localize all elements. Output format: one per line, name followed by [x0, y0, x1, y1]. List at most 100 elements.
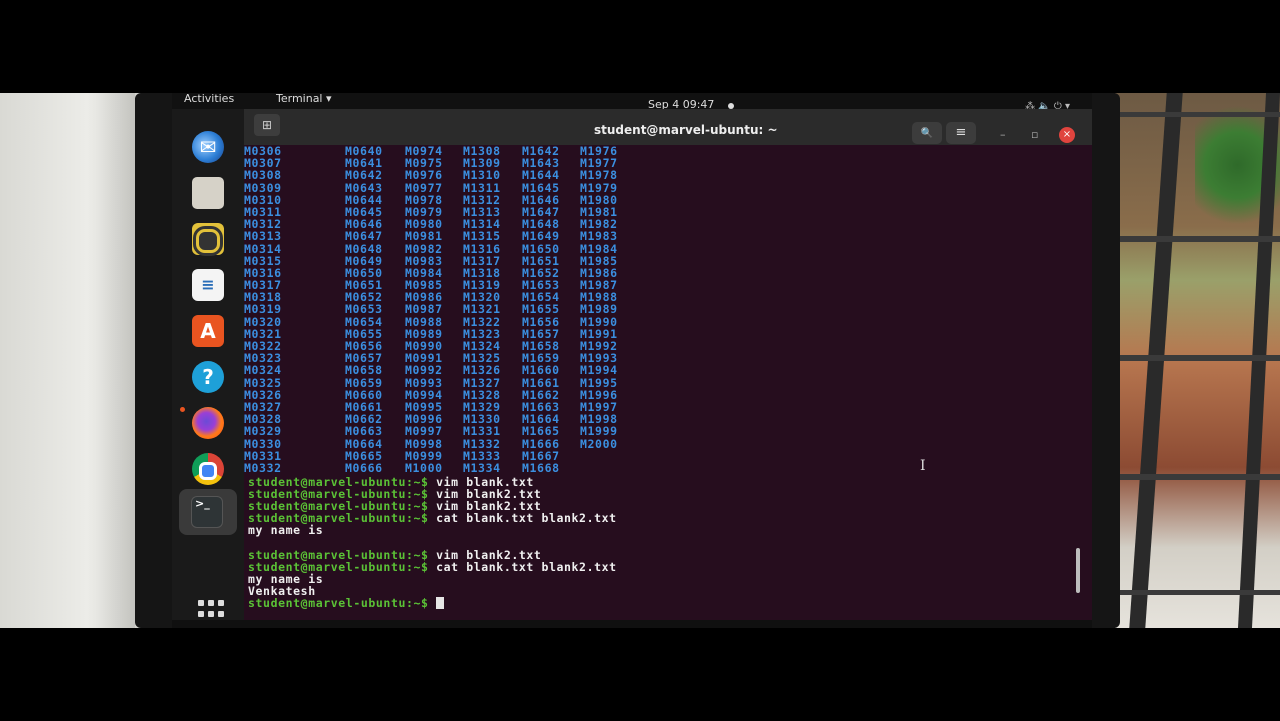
- file-entry: M1644: [522, 168, 560, 183]
- listing-column-6: M1976 M1977 M1978 M1979 M1980 M1981 M1982 M1983…: [580, 145, 618, 450]
- file-entry: M1665: [522, 424, 560, 439]
- file-entry: M0332: [244, 460, 282, 475]
- dock-item-firefox[interactable]: [186, 403, 230, 443]
- mouse-ibeam-cursor: I: [920, 458, 926, 474]
- file-entry: M1983: [580, 229, 618, 244]
- command-text: cat blank.txt blank2.txt: [436, 511, 617, 525]
- rhythmbox-icon: [192, 223, 224, 255]
- file-entry: M0987: [405, 302, 443, 317]
- wall-shadow: [95, 93, 135, 628]
- file-entry: M0988: [405, 314, 443, 329]
- file-entry: M0993: [405, 375, 443, 390]
- file-entry: M1660: [522, 363, 560, 378]
- window-title: student@marvel-ubuntu: ~: [594, 123, 778, 137]
- terminal-line: student@marvel-ubuntu:~$: [248, 596, 445, 610]
- grid-dot: [198, 600, 204, 606]
- file-entry: M0666: [345, 460, 383, 475]
- file-entry: M1655: [522, 302, 560, 317]
- dock-item-software[interactable]: A: [186, 311, 230, 351]
- file-entry: M0659: [345, 375, 383, 390]
- shell-prompt: student@marvel-ubuntu:~$: [248, 596, 429, 610]
- file-entry: M0997: [405, 424, 443, 439]
- file-entry: M0324: [244, 363, 282, 378]
- file-entry: M1645: [522, 180, 560, 195]
- maximize-button[interactable]: ▫: [1031, 128, 1038, 141]
- file-entry: M1326: [463, 363, 501, 378]
- file-entry: M0977: [405, 180, 443, 195]
- grid-dot: [218, 600, 224, 606]
- listing-column-5: M1642 M1643 M1644 M1645 M1646 M1647 M1648 M1649…: [522, 145, 560, 474]
- photo-border-top: [0, 0, 1280, 93]
- software-center-icon: A: [192, 315, 224, 347]
- chrome-icon: [192, 453, 224, 485]
- file-entry: M1322: [463, 314, 501, 329]
- terminal-output[interactable]: M0306 M0307 M0308 M0309 M0310 M0311 M0312 M0313…: [244, 145, 1079, 620]
- command-output: my name is: [248, 523, 324, 537]
- file-entry: M1994: [580, 363, 618, 378]
- file-entry: M0992: [405, 363, 443, 378]
- search-button[interactable]: 🔍: [912, 122, 942, 144]
- window-grill-rail: [1115, 236, 1280, 242]
- file-entry: M0643: [345, 180, 383, 195]
- file-entry: M1668: [522, 460, 560, 475]
- window-grill-rail: [1115, 355, 1280, 361]
- dock-item-thunderbird[interactable]: ✉: [186, 127, 230, 167]
- new-tab-button[interactable]: ⊞: [254, 114, 280, 136]
- file-entry: M1331: [463, 424, 501, 439]
- file-entry: M0314: [244, 241, 282, 256]
- desktop-screen: Activities Terminal ▾ Sep 4 09:47 ⁂ 🔈 ⏻ …: [172, 93, 1092, 620]
- show-applications-button[interactable]: [198, 600, 228, 620]
- file-entry: M0658: [345, 363, 383, 378]
- file-entry: M0664: [345, 436, 383, 451]
- grid-dot: [218, 611, 224, 618]
- file-entry: M1666: [522, 436, 560, 451]
- grid-dot: [208, 611, 214, 618]
- dock-item-help[interactable]: ?: [186, 357, 230, 397]
- window-grill-rail: [1115, 590, 1280, 595]
- file-entry: M1321: [463, 302, 501, 317]
- thunderbird-icon: ✉: [192, 131, 224, 163]
- dock-item-rhythmbox[interactable]: [186, 219, 230, 259]
- dock-item-writer[interactable]: ≡: [186, 265, 230, 305]
- menu-button[interactable]: ≡: [946, 122, 976, 144]
- terminal-scrollbar[interactable]: [1076, 548, 1080, 593]
- app-menu-terminal[interactable]: Terminal ▾: [276, 93, 332, 105]
- terminal-icon: >_: [191, 496, 223, 528]
- file-entry: M1000: [405, 460, 443, 475]
- file-entry: M0998: [405, 436, 443, 451]
- file-entry: M1310: [463, 168, 501, 183]
- window-grill-rail: [1115, 112, 1280, 117]
- gnome-top-bar: Activities Terminal ▾ Sep 4 09:47 ⁂ 🔈 ⏻ …: [172, 93, 1092, 112]
- file-entry: M1316: [463, 241, 501, 256]
- file-entry: M1327: [463, 375, 501, 390]
- dock-item-terminal[interactable]: >_: [179, 489, 237, 535]
- file-entry: M0642: [345, 168, 383, 183]
- help-question-icon: ?: [192, 361, 224, 393]
- dock-item-files[interactable]: [186, 173, 230, 213]
- file-entry: M0325: [244, 375, 282, 390]
- photo-border-bottom: [0, 628, 1280, 721]
- firefox-icon: [192, 407, 224, 439]
- minimize-button[interactable]: –: [1000, 128, 1006, 141]
- dock-item-chrome[interactable]: [186, 449, 230, 489]
- file-entry: M0663: [345, 424, 383, 439]
- file-entry: M0309: [244, 180, 282, 195]
- file-entry: M0329: [244, 424, 282, 439]
- hamburger-menu-icon: ≡: [955, 125, 967, 140]
- file-entry: M0653: [345, 302, 383, 317]
- grid-dot: [208, 600, 214, 606]
- file-entry: M1661: [522, 375, 560, 390]
- window-grill-rail: [1115, 474, 1280, 480]
- file-entry: M0330: [244, 436, 282, 451]
- activities-button[interactable]: Activities: [184, 93, 234, 105]
- file-entry: M1999: [580, 424, 618, 439]
- file-entry: M0319: [244, 302, 282, 317]
- file-entry: M0976: [405, 168, 443, 183]
- file-entry: M1990: [580, 314, 618, 329]
- close-button[interactable]: ×: [1059, 127, 1075, 143]
- listing-column-2: M0640 M0641 M0642 M0643 M0644 M0645 M0646 M0647…: [345, 145, 383, 474]
- file-entry: M0648: [345, 241, 383, 256]
- file-entry: M1332: [463, 436, 501, 451]
- search-icon: 🔍: [920, 128, 934, 139]
- file-entry: M0981: [405, 229, 443, 244]
